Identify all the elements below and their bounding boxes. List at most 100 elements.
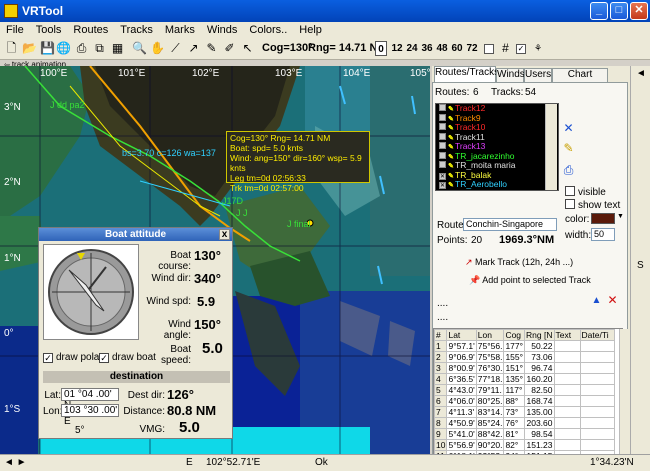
table-cell[interactable]: 168.74 bbox=[524, 395, 555, 407]
table-cell[interactable] bbox=[579, 373, 615, 385]
table-cell[interactable]: 83°14. bbox=[475, 406, 505, 418]
tab-users[interactable]: Users bbox=[524, 68, 552, 82]
zoom-36[interactable]: 36 bbox=[420, 41, 434, 56]
table-cell[interactable] bbox=[579, 340, 615, 352]
zoom-60[interactable]: 60 bbox=[450, 41, 464, 56]
add-point-button[interactable]: 📌 Add point to selected Track bbox=[469, 275, 591, 286]
close-button[interactable]: ✕ bbox=[630, 2, 648, 20]
route-points-grid[interactable]: # Lat Lon Cog Rng [N Text Date/Ti 1 9°57.1' 75°56… bbox=[433, 328, 623, 455]
track-visible-checkbox[interactable] bbox=[439, 113, 446, 121]
calculator-icon[interactable]: ▦ bbox=[110, 41, 125, 56]
table-cell[interactable] bbox=[579, 362, 615, 374]
table-row[interactable]: 4 6°36.5' 77°18. 135° 160.20 bbox=[434, 373, 615, 385]
table-cell[interactable] bbox=[553, 362, 581, 374]
table-cell[interactable] bbox=[579, 384, 615, 396]
table-cell[interactable]: 77°18. bbox=[475, 373, 505, 385]
table-cell[interactable]: 203.60 bbox=[524, 417, 555, 429]
attitude-titlebar[interactable]: Boat attitude x bbox=[39, 228, 232, 241]
table-cell[interactable]: 135° bbox=[503, 373, 526, 385]
table-cell[interactable]: 82.50 bbox=[524, 384, 555, 396]
track-visible-checkbox[interactable] bbox=[439, 132, 446, 140]
table-cell[interactable]: 80°25. bbox=[475, 395, 505, 407]
table-cell[interactable] bbox=[553, 373, 581, 385]
track-visible-checkbox[interactable] bbox=[439, 151, 446, 159]
table-cell[interactable]: 88°42. bbox=[475, 428, 505, 440]
measure-icon[interactable]: ⟋ bbox=[168, 41, 183, 56]
menu-file[interactable]: File bbox=[0, 22, 30, 36]
table-cell[interactable] bbox=[553, 406, 581, 418]
tab-chart-images[interactable]: Chart Images bbox=[552, 68, 608, 92]
eraser-icon[interactable]: ✐ bbox=[222, 41, 237, 56]
table-row[interactable]: 10 5°56.9' 90°20. 82° 151.23 bbox=[434, 439, 615, 451]
table-cell[interactable]: 4°11.3' bbox=[446, 406, 477, 418]
table-cell[interactable]: 79°11. bbox=[475, 384, 505, 396]
table-cell[interactable]: 1 bbox=[434, 340, 448, 352]
table-cell[interactable]: 8°00.9' bbox=[446, 362, 477, 374]
grid-header-cell[interactable]: Rng [N bbox=[524, 329, 555, 341]
track-list[interactable]: ✎Track12 ✎Track9 ✎Track10 ✎Track11 ✎Track13 ✎… bbox=[435, 103, 559, 191]
table-row[interactable]: 2 9°06.9' 75°58. 155° 73.06 bbox=[434, 351, 615, 363]
edit-track-icon[interactable]: ✎ bbox=[561, 141, 576, 156]
track-list-scrollbar[interactable] bbox=[545, 104, 557, 190]
table-cell[interactable]: 8 bbox=[434, 417, 448, 429]
table-cell[interactable] bbox=[579, 351, 615, 363]
table-cell[interactable]: 5°56.9' bbox=[446, 439, 477, 451]
table-cell[interactable]: 85°24. bbox=[475, 417, 505, 429]
width-input[interactable]: 50 bbox=[591, 228, 615, 241]
track-visible-checkbox[interactable] bbox=[439, 104, 446, 111]
table-row[interactable]: 6 4°06.0' 80°25. 88° 168.74 bbox=[434, 395, 615, 407]
table-cell[interactable] bbox=[579, 439, 615, 451]
table-cell[interactable] bbox=[553, 340, 581, 352]
copy-icon[interactable]: ⧉ bbox=[92, 41, 107, 56]
zoom-0[interactable]: 0 bbox=[375, 41, 387, 56]
zoom-72[interactable]: 72 bbox=[465, 41, 479, 56]
menu-help[interactable]: Help bbox=[293, 22, 328, 36]
maximize-button[interactable]: □ bbox=[610, 2, 628, 20]
table-cell[interactable] bbox=[553, 395, 581, 407]
table-cell[interactable]: 160.20 bbox=[524, 373, 555, 385]
table-cell[interactable]: 2 bbox=[434, 351, 448, 363]
table-cell[interactable]: 117° bbox=[503, 384, 526, 396]
move-up-icon[interactable]: ▲ bbox=[589, 293, 604, 308]
table-cell[interactable]: 4°06.0' bbox=[446, 395, 477, 407]
table-row[interactable]: 8 4°50.9' 85°24. 76° 203.60 bbox=[434, 417, 615, 429]
menu-winds[interactable]: Winds bbox=[201, 22, 244, 36]
table-cell[interactable]: 5 bbox=[434, 384, 448, 396]
panel-scroll-left-icon[interactable]: ◄ bbox=[636, 68, 646, 79]
minimize-button[interactable]: _ bbox=[590, 2, 608, 20]
track-visible-checkbox[interactable]: ✕ bbox=[439, 182, 446, 189]
grid-header-cell[interactable]: # bbox=[434, 329, 448, 341]
table-cell[interactable] bbox=[553, 351, 581, 363]
table-row[interactable]: 1 9°57.1' 75°56. 177° 50.22 bbox=[434, 340, 615, 352]
grid-header-cell[interactable]: Cog bbox=[503, 329, 526, 341]
dest-lat-input[interactable]: 01 °04 .00' N bbox=[61, 388, 119, 411]
delete-point-icon[interactable]: ✕ bbox=[605, 293, 620, 308]
table-cell[interactable]: 151° bbox=[503, 362, 526, 374]
table-cell[interactable]: 88° bbox=[503, 395, 526, 407]
menu-tracks[interactable]: Tracks bbox=[114, 22, 159, 36]
track-list-item[interactable]: ✕ ✎TR_Aerobello bbox=[436, 179, 558, 190]
table-cell[interactable]: 75°58. bbox=[475, 351, 505, 363]
grid-icon[interactable]: # bbox=[498, 41, 513, 56]
table-cell[interactable]: 9°57.1' bbox=[446, 340, 477, 352]
table-cell[interactable]: 96.74 bbox=[524, 362, 555, 374]
route-name-input[interactable]: Conchin-Singapore bbox=[463, 218, 557, 231]
menu-routes[interactable]: Routes bbox=[67, 22, 114, 36]
table-cell[interactable]: 6°36.5' bbox=[446, 373, 477, 385]
save-icon[interactable]: 💾 bbox=[40, 41, 55, 56]
table-cell[interactable]: 73° bbox=[503, 406, 526, 418]
table-cell[interactable]: 4°50.9' bbox=[446, 417, 477, 429]
grid-header-cell[interactable]: Lon bbox=[475, 329, 505, 341]
table-row[interactable]: 3 8°00.9' 76°30. 151° 96.74 bbox=[434, 362, 615, 374]
delete-route-icon[interactable]: ✕ bbox=[561, 121, 576, 136]
grid-header-cell[interactable]: Text bbox=[553, 329, 581, 341]
pencil-icon[interactable]: ✎ bbox=[204, 41, 219, 56]
table-cell[interactable] bbox=[553, 439, 581, 451]
table-cell[interactable]: 7 bbox=[434, 406, 448, 418]
table-row[interactable]: 7 4°11.3' 83°14. 73° 135.00 bbox=[434, 406, 615, 418]
tab-winds[interactable]: Winds bbox=[496, 68, 525, 82]
grid-header-cell[interactable]: Lat bbox=[446, 329, 477, 341]
track-visible-checkbox[interactable] bbox=[439, 161, 446, 168]
new-file-icon[interactable]: 🗋 bbox=[4, 41, 19, 56]
checkbox-polar-toggle[interactable]: ✓ bbox=[516, 44, 526, 54]
